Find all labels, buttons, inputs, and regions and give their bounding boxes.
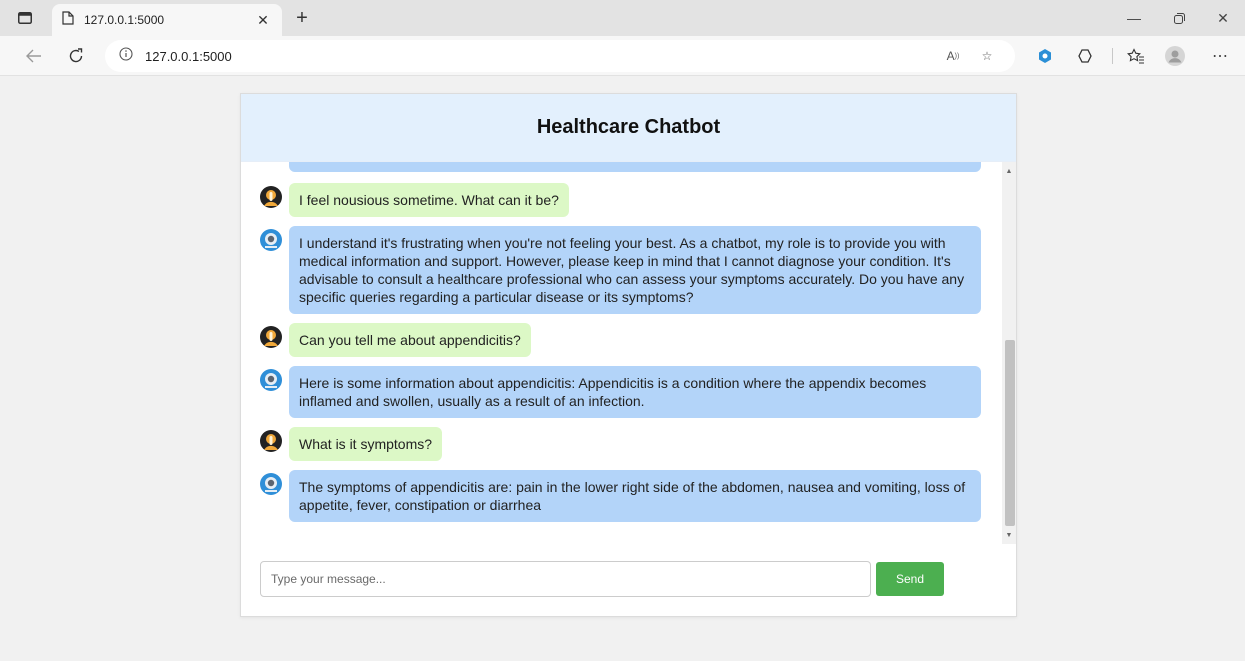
browser-toolbar: 127.0.0.1:5000 A)) ☆ ⋯	[0, 36, 1245, 76]
bot-message: I understand it's frustrating when you'r…	[259, 226, 981, 314]
copilot-icon[interactable]	[1073, 44, 1097, 68]
bot-bubble: The symptoms of appendicitis are: pain i…	[289, 470, 981, 522]
user-bubble: Can you tell me about appendicitis?	[289, 323, 531, 357]
message-input[interactable]	[260, 561, 871, 597]
user-message: Can you tell me about appendicitis?	[259, 323, 981, 357]
page-icon	[62, 10, 74, 30]
user-avatar-icon	[259, 429, 283, 453]
tab-actions-icon[interactable]	[8, 6, 42, 30]
bot-message: Here is some information about appendici…	[259, 366, 981, 418]
favorites-icon[interactable]	[1124, 44, 1148, 68]
bot-avatar-icon	[259, 228, 283, 252]
bot-message: The symptoms of appendicitis are: pain i…	[259, 470, 981, 522]
user-avatar-icon	[259, 325, 283, 349]
favorite-add-icon[interactable]: ☆	[977, 46, 997, 66]
scrollbar-thumb[interactable]	[1005, 340, 1015, 526]
chat-window[interactable]: I feel nousious sometime. What can it be…	[241, 162, 1016, 544]
window-close-icon[interactable]: ✕	[1201, 4, 1245, 32]
bot-avatar-icon	[259, 472, 283, 496]
user-message: I feel nousious sometime. What can it be…	[259, 183, 981, 217]
minimize-icon[interactable]: —	[1112, 4, 1156, 32]
browser-tab[interactable]: 127.0.0.1:5000 ✕	[52, 4, 282, 36]
url-text[interactable]: 127.0.0.1:5000	[145, 49, 232, 64]
chat-scrollbar[interactable]: ▲ ▼	[1002, 162, 1016, 544]
bot-bubble: Here is some information about appendici…	[289, 366, 981, 418]
refresh-icon[interactable]	[64, 44, 88, 68]
toolbar-divider	[1112, 48, 1113, 64]
close-icon[interactable]: ✕	[254, 11, 272, 29]
address-bar[interactable]: 127.0.0.1:5000 A)) ☆	[105, 40, 1015, 72]
bot-bubble: I understand it's frustrating when you'r…	[289, 226, 981, 314]
profile-icon[interactable]	[1163, 44, 1187, 68]
tab-bar: 127.0.0.1:5000 ✕ + — ✕	[0, 0, 1245, 36]
scroll-down-icon[interactable]: ▼	[1002, 528, 1016, 542]
message-list: I feel nousious sometime. What can it be…	[259, 162, 981, 531]
more-icon[interactable]: ⋯	[1208, 44, 1232, 68]
new-tab-button[interactable]: +	[290, 6, 314, 30]
bot-bubble	[289, 162, 981, 172]
scroll-up-icon[interactable]: ▲	[1002, 164, 1016, 178]
user-bubble: I feel nousious sometime. What can it be…	[289, 183, 569, 217]
tab-title: 127.0.0.1:5000	[84, 13, 165, 27]
back-icon[interactable]	[22, 44, 46, 68]
message-input-row: Send	[260, 561, 944, 597]
chat-header: Healthcare Chatbot	[241, 94, 1016, 162]
page-title: Healthcare Chatbot	[536, 116, 721, 138]
user-bubble: What is it symptoms?	[289, 427, 443, 461]
extension-icon[interactable]	[1033, 44, 1057, 68]
send-button[interactable]: Send	[876, 562, 944, 596]
user-message: What is it symptoms?	[259, 427, 981, 461]
chat-container: Healthcare Chatbot I feel nousious somet…	[240, 93, 1017, 617]
read-aloud-icon[interactable]: A))	[943, 46, 963, 66]
bot-avatar-icon	[259, 368, 283, 392]
bot-message	[259, 162, 981, 174]
restore-icon[interactable]	[1157, 4, 1201, 32]
info-icon[interactable]	[119, 46, 133, 66]
user-avatar-icon	[259, 185, 283, 209]
